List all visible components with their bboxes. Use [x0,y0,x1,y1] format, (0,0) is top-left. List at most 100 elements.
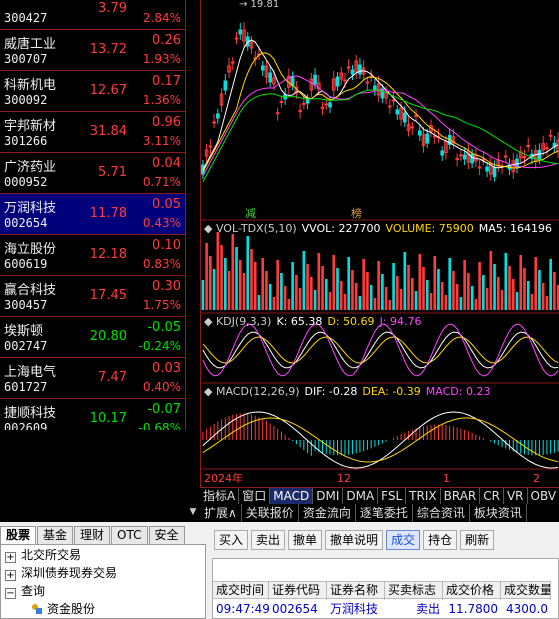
volume-bar [489,251,493,310]
table-header-cell[interactable]: 成交数量 [501,582,551,600]
stock-change: 0.26 [152,33,181,48]
stock-row[interactable]: 宇邦新材 301266 31.84 0.96 3.11% [0,112,185,153]
extension-tabs: ▼ 扩展∧ 关联报价 资金流向 逐笔委托 综合资讯 板块资讯 [186,504,559,522]
toolbar-button[interactable]: 撤单说明 [325,530,384,550]
tree-item[interactable]: + 北交所交易 [1,546,81,564]
extension-tab[interactable]: 扩展∧ [200,504,242,522]
volume-bar [276,260,279,310]
indicator-tab[interactable]: OBV [528,488,559,505]
stock-code: 300457 [4,298,48,312]
nav-tab[interactable]: OTC [111,526,148,544]
indicator-tab[interactable]: DMA [343,488,379,505]
stock-name: 科新机电 [4,78,57,93]
candle-body [279,101,284,104]
volume-bar [422,267,425,310]
volume-bar [257,295,261,310]
indicator-tab[interactable]: DMI [313,488,344,505]
candle-body [328,102,332,108]
collapse-icon[interactable]: − [5,588,16,599]
indicator-tab[interactable]: MACD [270,488,314,505]
stock-row[interactable]: 科新机电 300092 12.67 0.17 1.36% [0,71,185,112]
candle-body [302,102,306,105]
kline-chart[interactable]: → 19.81减 榜2024年 12 1 2 [201,0,559,487]
volume-bar [381,274,384,310]
table-header-cell[interactable]: 成交时间 [213,582,269,600]
tree-item[interactable]: + 深圳债券现券交易 [1,564,117,582]
stock-name: 威唐工业 [4,37,57,52]
tree-item[interactable]: − 查询 [1,582,45,600]
indicator-tab[interactable]: CR [480,488,504,505]
extension-tab[interactable]: 逐笔委托 [356,504,413,522]
vol-name[interactable]: ◆ VOL-TDX(5,10) [204,222,297,235]
indicator-tab[interactable]: FSL [378,488,407,505]
expand-icon[interactable]: + [5,552,16,563]
extension-tab[interactable]: 板块资讯 [470,504,527,522]
toolbar-button[interactable]: 撤单 [288,530,323,550]
toolbar-button[interactable]: 成交 [386,530,421,550]
table-header-cell[interactable]: 买卖标志 [385,582,443,600]
tree-item-label: 资金股份 [47,602,96,616]
volume-bar [418,254,422,310]
stock-code: 601727 [4,380,48,394]
stock-code: 300092 [4,93,48,107]
toolbar-button[interactable]: 刷新 [460,530,495,550]
extension-tab[interactable]: 资金流向 [299,504,356,522]
indicator-tab[interactable]: 窗口 [239,488,271,505]
volume-bar [523,268,526,310]
volume-bar [437,269,440,310]
tree-item[interactable]: 资金股份 [1,600,95,618]
volume-bar [463,260,466,310]
candle-body [459,154,463,157]
candle-body [526,144,531,147]
nav-tab[interactable]: 股票 [0,526,37,544]
macd-name[interactable]: ◆ MACD(12,26,9) [204,385,300,398]
stock-row[interactable]: 威唐工业 300707 13.72 0.26 1.93% [0,30,185,71]
trade-table: 成交时间 证券代码 证券名称 买卖标志 成交价格 成交数量 09:47:49 002654 万… [212,558,559,619]
stock-row[interactable]: 捷顺科技 002609 10.17 -0.07 -0.68% [0,399,185,430]
table-row[interactable]: 09:47:49 002654 万润科技 卖出 11.7800 4300.0 [213,601,551,618]
volume-bar [354,283,358,310]
toolbar-button[interactable]: 持仓 [423,530,458,550]
stock-row[interactable]: 300427 3.79 2.84% [0,0,185,30]
stock-row[interactable]: 埃斯顿 002747 20.80 -0.05 -0.24% [0,317,185,358]
table-header-cell[interactable]: 成交价格 [443,582,501,600]
stock-row[interactable]: 广济药业 000952 5.71 0.04 0.71% [0,153,185,194]
macd-dea-line [202,417,559,463]
expand-icon[interactable]: + [5,570,16,581]
candle-body [548,134,553,137]
kdj-d: D: 50.69 [327,315,375,328]
extension-tab[interactable]: 关联报价 [242,504,299,522]
extension-tab[interactable]: 综合资讯 [413,504,470,522]
table-header-cell[interactable]: 证券名称 [327,582,385,600]
stock-row[interactable]: 上海电气 601727 7.47 0.03 0.40% [0,358,185,399]
nav-tab[interactable]: 基金 [37,526,74,544]
volume-bar [534,257,538,310]
nav-tab[interactable]: 安全 [148,526,185,544]
volume-bar [250,249,253,310]
kdj-k: K: 65.38 [276,315,323,328]
candle-body [346,66,351,69]
toolbar-button[interactable]: 卖出 [251,530,286,550]
table-cell: 万润科技 [330,602,379,616]
indicator-tab[interactable]: 指标A [200,488,240,505]
table-header-cell[interactable]: 证券代码 [269,582,327,600]
toolbar-button[interactable]: 买入 [214,530,249,550]
volume-bar [321,266,324,310]
indicator-tab[interactable]: TRIX [406,488,441,505]
stock-row[interactable]: 万润科技 002654 11.78 0.05 0.43% [0,194,185,235]
volume-bar [448,258,451,310]
candle-body [492,167,497,178]
collapse-arrow-icon[interactable]: ▼ [186,504,200,522]
chart-area[interactable]: → 19.81 减榜 2024年 12 1 2 ◆ VOL-TDX(5,10) VVOL: … [200,0,559,505]
volume-bar [306,264,309,310]
candle-body [335,76,340,87]
volume-bar [343,294,347,310]
kdj-name[interactable]: ◆ KDJ(9,3,3) [204,315,271,328]
indicator-tab[interactable]: BRAR [441,488,481,505]
x-axis-label: 1 [443,472,450,485]
stock-row[interactable]: 赢合科技 300457 17.45 0.30 1.75% [0,276,185,317]
stock-row[interactable]: 海立股份 600619 12.18 0.10 0.83% [0,235,185,276]
indicator-tab[interactable]: VR [504,488,528,505]
nav-tab[interactable]: 理财 [74,526,111,544]
stock-change: 0.17 [152,74,181,89]
